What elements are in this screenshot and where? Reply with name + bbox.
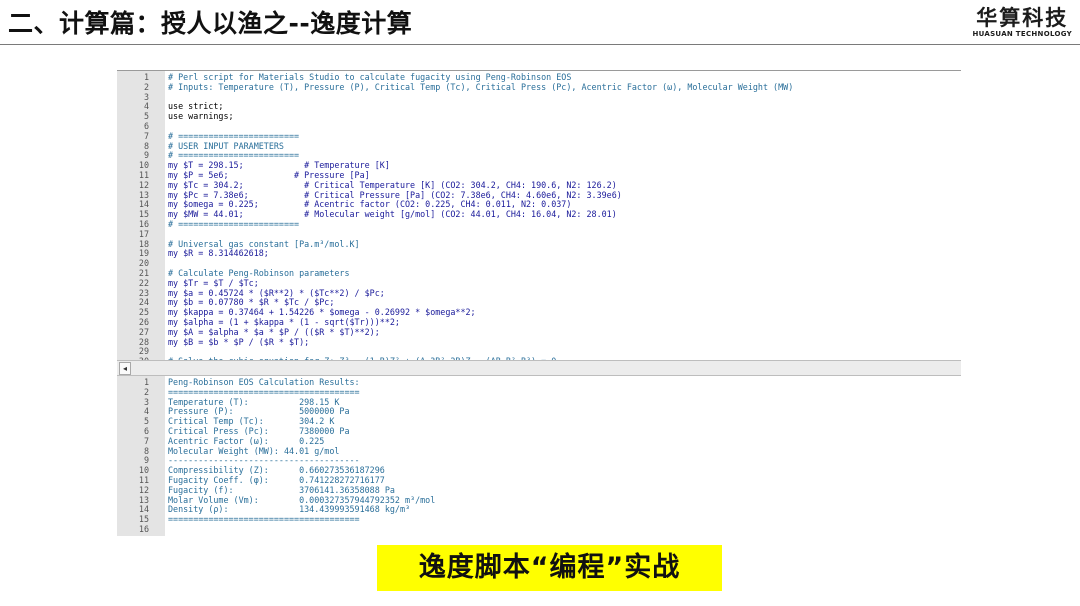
logo-chinese: 华算科技	[976, 6, 1069, 30]
output-line-text: ======================================	[168, 514, 360, 525]
code-line: 19 my $R = 8.314462618;	[117, 249, 961, 259]
code-line-text: my $R = 8.314462618;	[168, 248, 269, 259]
slide-title: 二、计算篇：授人以渔之--逸度计算	[8, 9, 413, 38]
code-line: 5 use warnings;	[117, 111, 961, 122]
output-line-number: 16	[138, 524, 149, 534]
output-pane[interactable]: 1 Peng-Robinson EOS Calculation Results: 2…	[117, 376, 961, 536]
output-line: 16	[117, 524, 961, 535]
code-line: 3	[117, 92, 961, 103]
logo: 华算科技 HUASUAN TECHNOLOGY	[972, 6, 1072, 39]
code-line-text: # ========================	[168, 219, 300, 229]
code-editor[interactable]: 1 # Perl script for Materials Studio to c…	[117, 70, 961, 361]
code-line-text: use warnings;	[168, 111, 234, 122]
horizontal-scrollbar[interactable]: ◂	[117, 360, 961, 376]
code-line-text: # Inputs: Temperature (T), Pressure (P),…	[168, 81, 794, 92]
code-line: 2 # Inputs: Temperature (T), Pressure (P)…	[117, 81, 961, 93]
scroll-left-icon[interactable]: ◂	[119, 362, 131, 375]
code-line: 28 my $B = $b * $P / ($R * $T);	[117, 336, 961, 348]
code-line: 16 # ========================	[117, 219, 961, 230]
banner-caption: 逸度脚本“编程”实战	[377, 545, 722, 591]
header-divider	[0, 44, 1080, 45]
code-line: 4 use strict;	[117, 102, 961, 112]
output-line: 15 ======================================	[117, 514, 961, 525]
code-line-text: my $B = $b * $P / ($R * $T);	[168, 336, 310, 347]
logo-english: HUASUAN TECHNOLOGY	[972, 30, 1072, 38]
